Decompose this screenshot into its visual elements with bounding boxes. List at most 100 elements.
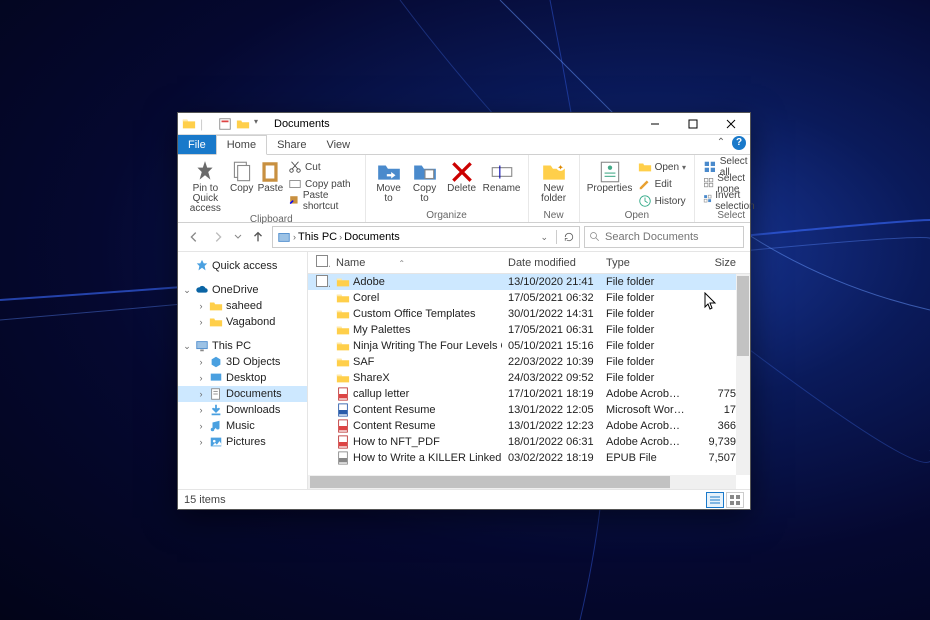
file-name: Corel bbox=[353, 292, 379, 304]
file-row[interactable]: callup letter17/10/2021 18:19Adobe Acrob… bbox=[308, 386, 750, 402]
folder-icon bbox=[182, 117, 196, 131]
qat-dropdown-icon[interactable]: ▾ bbox=[254, 117, 268, 131]
pin-quick-access-button[interactable]: Pin to Quick access bbox=[184, 157, 227, 214]
expand-icon[interactable]: › bbox=[196, 301, 206, 311]
titlebar[interactable]: | ▾ Documents bbox=[178, 113, 750, 135]
file-date: 24/03/2022 09:52 bbox=[502, 372, 600, 384]
chevron-down-icon[interactable]: ⌄ bbox=[540, 232, 548, 243]
copy-button[interactable]: Copy bbox=[229, 157, 255, 214]
tree-onedrive-folder[interactable]: ›saheed bbox=[178, 298, 307, 314]
copy-to-button[interactable]: Copy to bbox=[408, 157, 442, 210]
expand-icon[interactable]: › bbox=[196, 373, 206, 383]
navigation-pane[interactable]: Quick access ⌄OneDrive ›saheed ›Vagabond… bbox=[178, 252, 308, 489]
column-checkbox[interactable] bbox=[310, 255, 330, 270]
tree-onedrive[interactable]: ⌄OneDrive bbox=[178, 282, 307, 298]
move-to-button[interactable]: Move to bbox=[372, 157, 406, 210]
rename-button[interactable]: Rename bbox=[482, 157, 522, 210]
tree-quick-access[interactable]: Quick access bbox=[178, 258, 307, 274]
file-row[interactable]: Content Resume13/01/2022 12:05Microsoft … bbox=[308, 402, 750, 418]
expand-icon[interactable]: › bbox=[196, 357, 206, 367]
open-button[interactable]: Open ▾ bbox=[636, 159, 688, 175]
file-row[interactable]: How to Write a KILLER LinkedIn Profile..… bbox=[308, 450, 750, 466]
tree-music[interactable]: ›Music bbox=[178, 418, 307, 434]
tree-desktop[interactable]: ›Desktop bbox=[178, 370, 307, 386]
file-row[interactable]: Corel17/05/2021 06:32File folder bbox=[308, 290, 750, 306]
up-button[interactable] bbox=[248, 227, 268, 247]
tab-home[interactable]: Home bbox=[216, 135, 267, 155]
cube-icon bbox=[209, 355, 223, 369]
file-row[interactable]: ShareX24/03/2022 09:52File folder bbox=[308, 370, 750, 386]
expand-icon[interactable]: › bbox=[196, 405, 206, 415]
column-type[interactable]: Type bbox=[600, 257, 692, 269]
new-folder-icon: ✦ bbox=[541, 159, 567, 183]
tree-this-pc[interactable]: ⌄This PC bbox=[178, 338, 307, 354]
expand-icon[interactable]: › bbox=[196, 317, 206, 327]
search-box[interactable] bbox=[584, 226, 744, 248]
properties-button[interactable]: Properties bbox=[586, 157, 634, 210]
folder-icon bbox=[336, 371, 350, 385]
tab-file[interactable]: File bbox=[178, 135, 216, 154]
tree-3d-objects[interactable]: ›3D Objects bbox=[178, 354, 307, 370]
delete-button[interactable]: Delete bbox=[444, 157, 480, 210]
cut-button[interactable]: Cut bbox=[286, 159, 359, 175]
history-button[interactable]: History bbox=[636, 193, 688, 209]
breadcrumb-documents[interactable]: Documents bbox=[344, 231, 400, 243]
ribbon-tabs: File Home Share View ⌃ ? bbox=[178, 135, 750, 155]
collapse-ribbon-icon[interactable]: ⌃ bbox=[714, 137, 728, 148]
help-icon[interactable]: ? bbox=[732, 136, 746, 150]
tab-view[interactable]: View bbox=[316, 135, 360, 154]
file-type: File folder bbox=[600, 324, 692, 336]
expand-icon[interactable]: › bbox=[196, 389, 206, 399]
tree-pictures[interactable]: ›Pictures bbox=[178, 434, 307, 450]
file-row[interactable]: Custom Office Templates30/01/2022 14:31F… bbox=[308, 306, 750, 322]
back-button[interactable] bbox=[184, 227, 204, 247]
forward-button[interactable] bbox=[208, 227, 228, 247]
expand-icon[interactable]: ⌄ bbox=[182, 285, 192, 296]
tree-downloads[interactable]: ›Downloads bbox=[178, 402, 307, 418]
folder-icon bbox=[336, 307, 350, 321]
qat-new-folder-icon[interactable] bbox=[236, 117, 250, 131]
maximize-button[interactable] bbox=[674, 113, 712, 135]
thumbnails-view-button[interactable] bbox=[726, 492, 744, 508]
column-date[interactable]: Date modified bbox=[502, 257, 600, 269]
breadcrumb[interactable]: › This PC › Documents ⌄ bbox=[272, 226, 580, 248]
invert-selection-button[interactable]: Invert selection bbox=[701, 193, 761, 209]
file-row[interactable]: Ninja Writing The Four Levels Of Writi..… bbox=[308, 338, 750, 354]
file-date: 17/10/2021 18:19 bbox=[502, 388, 600, 400]
file-row[interactable]: Content Resume13/01/2022 12:23Adobe Acro… bbox=[308, 418, 750, 434]
details-view-button[interactable] bbox=[706, 492, 724, 508]
horizontal-scrollbar[interactable] bbox=[308, 475, 736, 489]
tree-onedrive-folder[interactable]: ›Vagabond bbox=[178, 314, 307, 330]
file-size: 775 bbox=[692, 388, 742, 400]
column-size[interactable]: Size bbox=[692, 257, 742, 269]
file-type: File folder bbox=[600, 340, 692, 352]
paste-shortcut-button[interactable]: Paste shortcut bbox=[286, 193, 359, 209]
chevron-right-icon[interactable]: › bbox=[293, 232, 296, 242]
expand-icon[interactable]: › bbox=[196, 437, 206, 447]
minimize-button[interactable] bbox=[636, 113, 674, 135]
paste-button[interactable]: Paste bbox=[257, 157, 284, 214]
close-button[interactable] bbox=[712, 113, 750, 135]
search-input[interactable] bbox=[605, 231, 739, 243]
scrollbar-thumb[interactable] bbox=[310, 476, 670, 488]
scrollbar-thumb[interactable] bbox=[737, 276, 749, 356]
breadcrumb-thispc[interactable]: This PC bbox=[298, 231, 337, 243]
tab-share[interactable]: Share bbox=[267, 135, 316, 154]
refresh-button[interactable] bbox=[563, 231, 575, 243]
edit-button[interactable]: Edit bbox=[636, 176, 688, 192]
column-name[interactable]: Name ⌃ bbox=[330, 257, 502, 269]
expand-icon[interactable]: ⌄ bbox=[182, 341, 192, 352]
file-row[interactable]: Adobe13/10/2020 21:41File folder bbox=[308, 274, 750, 290]
edit-icon bbox=[638, 177, 652, 191]
file-row[interactable]: How to NFT_PDF18/01/2022 06:31Adobe Acro… bbox=[308, 434, 750, 450]
expand-icon[interactable]: › bbox=[196, 421, 206, 431]
new-folder-button[interactable]: ✦New folder bbox=[535, 157, 573, 210]
vertical-scrollbar[interactable] bbox=[736, 274, 750, 475]
qat-properties-icon[interactable] bbox=[218, 117, 232, 131]
tree-documents[interactable]: ›Documents bbox=[178, 386, 307, 402]
chevron-right-icon[interactable]: › bbox=[339, 232, 342, 242]
file-row[interactable]: My Palettes17/05/2021 06:31File folder bbox=[308, 322, 750, 338]
recent-dropdown-icon[interactable] bbox=[232, 227, 244, 247]
file-type: Adobe Acrobat D... bbox=[600, 420, 692, 432]
file-row[interactable]: SAF22/03/2022 10:39File folder bbox=[308, 354, 750, 370]
